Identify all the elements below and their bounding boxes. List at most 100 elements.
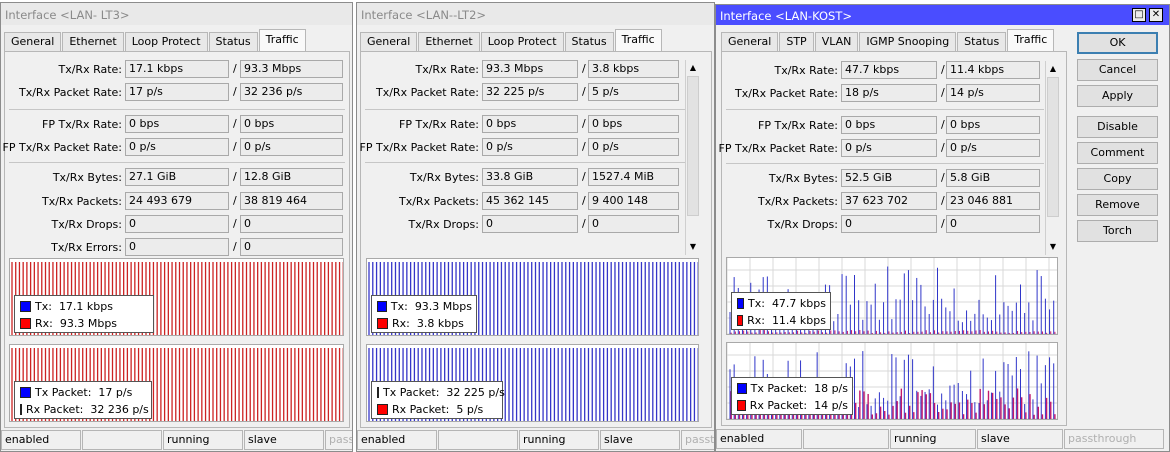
tx-value: 0	[841, 215, 937, 233]
legend-rx: Rx Packet: 5 p/s	[377, 401, 498, 418]
rx-value: 38 819 464	[240, 192, 343, 210]
legend-tx: Tx Packet: 32 225 p/s	[377, 384, 505, 401]
tab-status[interactable]: Status	[564, 32, 614, 51]
graph-legend: Tx Packet: 32 225 p/s Rx Packet: 5 p/s	[371, 381, 505, 419]
slash: /	[233, 85, 237, 98]
tab-ethernet[interactable]: Ethernet	[62, 32, 124, 51]
vertical-scrollbar[interactable]: ▲ ▼	[1045, 61, 1060, 255]
status-slave: slave	[977, 429, 1063, 449]
tab-vlan[interactable]: VLAN	[814, 32, 859, 51]
close-icon[interactable]: ✕	[1149, 8, 1163, 22]
field-row: Tx/Rx Rate: 17.1 kbps / 93.3 Mbps	[1, 60, 352, 78]
rx-value: 0 p/s	[946, 139, 1040, 157]
rx-value: 93.3 Mbps	[240, 60, 343, 78]
copy-button[interactable]: Copy	[1077, 168, 1158, 190]
torch-button[interactable]: Torch	[1077, 220, 1158, 242]
traffic-graph: Tx: 47.7 kbps Rx: 11.4 kbps	[726, 257, 1058, 335]
ok-button[interactable]: OK	[1077, 32, 1158, 54]
tab-status[interactable]: Status	[957, 32, 1007, 51]
divider	[9, 109, 345, 110]
divider	[726, 109, 1044, 110]
field-label: Tx/Rx Rate:	[774, 64, 838, 77]
status-running: running	[890, 429, 976, 449]
tx-value: 33.8 GiB	[482, 168, 578, 186]
scroll-thumb[interactable]	[1047, 77, 1059, 217]
slash: /	[941, 86, 945, 99]
slash: /	[941, 171, 945, 184]
slash: /	[233, 217, 237, 230]
field-label: Tx/Rx Errors:	[51, 241, 122, 254]
legend-rx-value: 14 p/s	[814, 399, 848, 412]
tab-igmp-snooping[interactable]: IGMP Snooping	[859, 32, 957, 51]
status-empty	[82, 430, 162, 450]
traffic-graph: Tx: 17.1 kbps Rx: 93.3 Mbps	[9, 258, 344, 336]
slash: /	[941, 141, 945, 154]
tab-ethernet[interactable]: Ethernet	[418, 32, 480, 51]
rx-value: 0 bps	[946, 116, 1040, 134]
legend-tx-label: Tx:	[35, 300, 52, 313]
legend-tx-label: Tx:	[390, 300, 408, 313]
rx-swatch	[20, 404, 22, 415]
tx-value: 27.1 GiB	[125, 168, 229, 186]
slash: /	[582, 194, 586, 207]
slash: /	[941, 63, 945, 76]
divider	[9, 162, 345, 163]
scroll-down-icon[interactable]: ▼	[1047, 241, 1059, 253]
tab-stp[interactable]: STP	[779, 32, 814, 51]
legend-tx-value: 93.3 Mbps	[414, 300, 472, 313]
scroll-up-icon[interactable]: ▲	[1047, 63, 1059, 75]
cancel-button[interactable]: Cancel	[1077, 59, 1158, 81]
slash: /	[233, 194, 237, 207]
tab-status[interactable]: Status	[208, 32, 258, 51]
field-row: Tx/Rx Drops: 0 / 0	[716, 215, 1056, 233]
legend-rx-label: Rx Packet:	[392, 403, 450, 416]
field-label: Tx/Rx Packet Rate:	[376, 86, 479, 99]
scroll-thumb[interactable]	[687, 76, 699, 216]
slash: /	[941, 118, 945, 131]
field-label: Tx/Rx Drops:	[408, 218, 480, 231]
packet-graph: Tx Packet: 32 225 p/s Rx Packet: 5 p/s	[366, 344, 699, 422]
rx-value: 0	[240, 238, 343, 256]
tab-general[interactable]: General	[721, 32, 779, 51]
tab-traffic[interactable]: Traffic	[258, 29, 306, 51]
legend-tx-label: Tx Packet:	[35, 386, 92, 399]
slash: /	[233, 62, 237, 75]
tab-general[interactable]: General	[4, 32, 62, 51]
tab-bar: General Ethernet Loop Protect Status Tra…	[360, 29, 663, 51]
tab-traffic[interactable]: Traffic	[1007, 29, 1055, 51]
maximize-icon[interactable]: □	[1132, 8, 1146, 22]
remove-button[interactable]: Remove	[1077, 194, 1158, 216]
status-enabled: enabled	[1, 430, 81, 450]
field-row: Tx/Rx Packets: 24 493 679 / 38 819 464	[1, 192, 352, 210]
tab-traffic[interactable]: Traffic	[614, 29, 662, 51]
graph-legend: Tx: 17.1 kbps Rx: 93.3 Mbps	[14, 295, 154, 333]
legend-tx-label: Tx:	[748, 297, 765, 310]
tx-value: 0 p/s	[125, 138, 229, 156]
rx-value: 0	[588, 215, 679, 233]
legend-rx: Rx Packet: 32 236 p/s	[20, 401, 149, 418]
slash: /	[233, 140, 237, 153]
field-row: Tx/Rx Packets: 45 362 145 / 9 400 148	[357, 192, 697, 210]
slash: /	[582, 62, 586, 75]
field-row: FP Tx/Rx Rate: 0 bps / 0 bps	[716, 116, 1056, 134]
rx-value: 0 bps	[240, 115, 343, 133]
tx-value: 17 p/s	[125, 83, 229, 101]
slash: /	[582, 170, 586, 183]
scroll-up-icon[interactable]: ▲	[687, 62, 699, 74]
slash: /	[233, 117, 237, 130]
vertical-scrollbar[interactable]: ▲ ▼	[685, 60, 700, 255]
legend-rx-label: Rx:	[35, 317, 53, 330]
legend-rx-value: 11.4 kbps	[771, 314, 826, 327]
rx-value: 23 046 881	[946, 192, 1040, 210]
legend-tx-label: Tx Packet:	[750, 382, 808, 395]
field-row: FP Tx/Rx Rate: 0 bps / 0 bps	[357, 115, 697, 133]
scroll-down-icon[interactable]: ▼	[687, 241, 699, 253]
apply-button[interactable]: Apply	[1077, 85, 1158, 107]
interface-window-lan-lt3: Interface <LAN- LT3> General Ethernet Lo…	[0, 2, 353, 452]
tab-loop-protect[interactable]: Loop Protect	[124, 32, 208, 51]
disable-button[interactable]: Disable	[1077, 116, 1158, 138]
tab-loop-protect[interactable]: Loop Protect	[480, 32, 564, 51]
tab-general[interactable]: General	[360, 32, 418, 51]
legend-tx-value: 17 p/s	[98, 386, 133, 399]
comment-button[interactable]: Comment	[1077, 142, 1158, 164]
